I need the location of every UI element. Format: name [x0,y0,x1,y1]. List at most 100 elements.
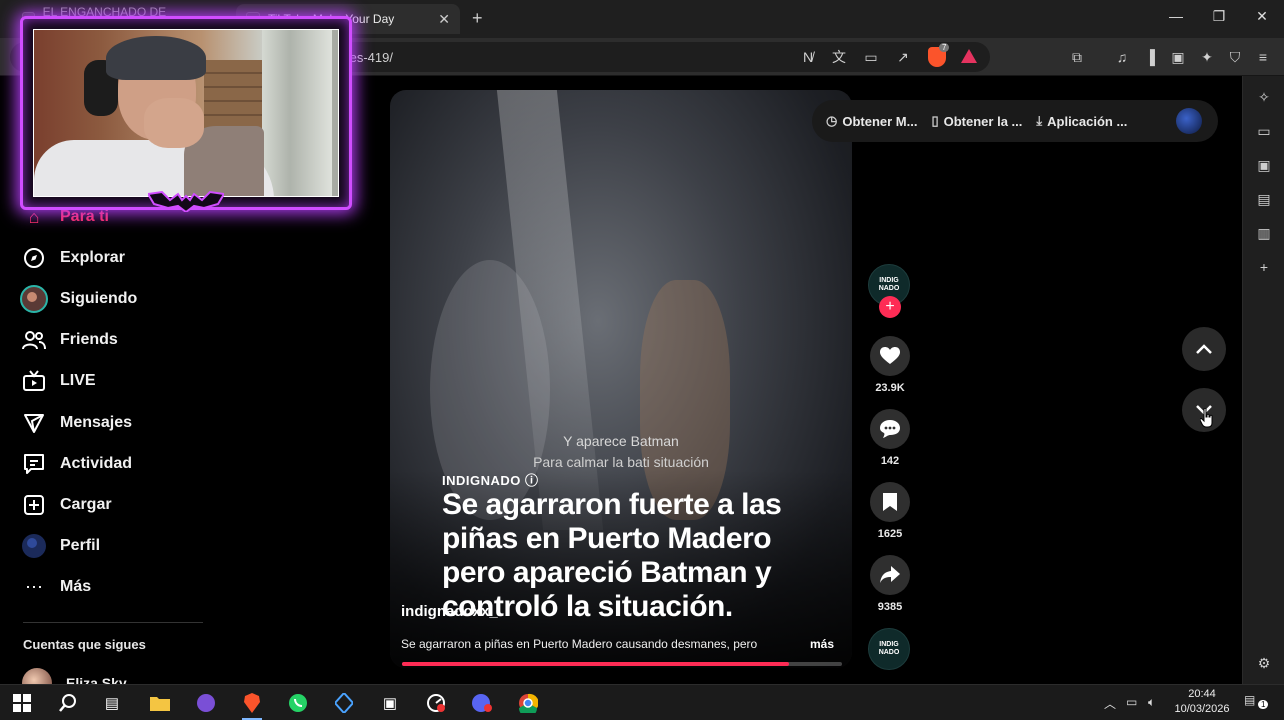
video-subtitle: Y aparece Batman [563,433,679,449]
sidebar-item-label: LIVE [60,372,96,389]
brave-browser-icon[interactable] [240,692,264,720]
new-tab-button[interactable]: + [472,8,483,29]
heart-icon[interactable] [870,336,910,376]
sidebar-item-label: Más [60,578,92,595]
sidebar-item-cargar[interactable]: Cargar [20,491,112,519]
video-progress-fill [402,662,790,666]
obs-like-icon[interactable]: ▣ [378,692,402,714]
whatsapp-icon[interactable] [286,692,310,714]
windows-start-icon[interactable] [10,692,34,714]
file-explorer-icon[interactable] [148,692,172,714]
reading-list-icon[interactable]: ▥ [1255,224,1273,242]
close-tab-icon[interactable]: ✕ [438,11,450,28]
speedometer-icon[interactable] [424,692,448,714]
leo-sidebar-icon[interactable]: ✧ [1255,88,1273,106]
send-icon [20,409,48,437]
share-count: 9385 [877,601,903,613]
live-tv-icon [20,367,48,395]
sidebar-item-friends[interactable]: Friends [20,326,118,354]
like-action[interactable]: 23.9K [868,336,912,394]
tv-icon[interactable]: ▭ [1255,122,1273,140]
video-author-link[interactable]: indignadoxx_ [401,603,498,620]
sidebar-item-perfil[interactable]: Perfil [20,532,100,560]
share-arrow-icon[interactable] [870,555,910,595]
follow-plus-button[interactable]: + [879,296,901,318]
video-progress-bar[interactable] [402,662,842,666]
sidebar-item-live[interactable]: LIVE [20,367,96,395]
comment-icon[interactable] [870,409,910,449]
music-disc-button[interactable]: INDIG NADO [868,628,912,670]
webcam-feed-image [33,29,339,197]
video-description: Se agarraron a piñas en Puerto Madero ca… [401,637,758,651]
get-app-bar: ◷ Obtener M... ▯ Obtener la ... ⤓ Aplica… [812,100,1218,142]
clock-date: 10/03/2026 [1174,703,1230,715]
leo-ai-icon[interactable]: ✦ [1197,47,1217,67]
close-window-button[interactable]: ✕ [1252,8,1272,25]
download-icon: ⤓ [1036,113,1043,128]
notification-center-icon[interactable]: ▤ [1244,693,1255,707]
search-icon[interactable] [56,692,80,714]
get-app-label: Aplicación ... [1047,113,1128,129]
webcam-overlay [20,16,352,210]
sidebar-item-label: Cargar [60,496,112,513]
save-count: 1625 [877,528,903,540]
vpn-icon[interactable]: ⛉ [1225,47,1245,67]
menu-icon[interactable]: ≡ [1253,47,1273,67]
download-app-button[interactable]: ⤓ Aplicación ... [1036,113,1127,129]
task-view-icon[interactable]: ▤ [100,692,124,714]
browser-side-panel: ✧ ▭ ▣ ▤ ▥ + ⚙ [1242,76,1284,684]
divider [23,622,203,623]
discord-icon[interactable] [470,692,494,714]
more-dots-icon: ⋯ [25,576,43,597]
share-action[interactable]: 9385 [868,555,912,613]
show-hidden-icons-icon[interactable]: ︿ [1104,695,1116,712]
brave-rewards-icon[interactable] [961,49,977,63]
get-mobile-app-button[interactable]: ▯ Obtener la ... [931,113,1022,129]
friends-icon [20,326,48,354]
tab-search-icon[interactable]: ⧉ [1067,47,1087,67]
save-action[interactable]: 1625 [868,482,912,540]
sidebar-item-explorar[interactable]: Explorar [20,244,125,272]
add-panel-icon[interactable]: + [1255,258,1273,276]
get-desktop-app-button[interactable]: ◷ Obtener M... [826,113,917,129]
sidebar-item-mas[interactable]: ⋯ Más [20,573,91,601]
more-link[interactable]: más [810,637,834,651]
video-headline: Se agarraron fuerte a las piñas en Puert… [442,488,782,623]
settings-gear-icon[interactable]: ⚙ [1255,654,1273,672]
chrome-icon[interactable] [516,692,540,714]
comment-action[interactable]: 142 [868,409,912,467]
volume-icon[interactable]: 🔈︎ [1148,695,1155,710]
app-diamond-icon[interactable] [332,692,356,714]
url-text: /es-419/ [346,50,393,65]
share-icon[interactable]: ↗ [893,47,913,67]
user-avatar[interactable] [1176,108,1202,134]
upload-icon [20,491,48,519]
sidebar-item-label: Para ti [60,208,109,225]
maximize-button[interactable]: ❐ [1209,8,1229,25]
network-icon[interactable]: ▭ [1126,695,1137,709]
chat-app-icon[interactable] [194,692,218,714]
video-player[interactable]: Y aparece Batman Para calmar la bati sit… [390,90,852,668]
no-ai-icon[interactable]: N̸ [798,47,818,67]
video-subtitle: Para calmar la bati situación [533,454,709,470]
sidebar-item-mensajes[interactable]: Mensajes [20,409,132,437]
media-icon[interactable]: ♫ [1112,47,1132,67]
minimize-button[interactable]: — [1166,8,1186,24]
sidebar-item-actividad[interactable]: Actividad [20,450,132,478]
creator-avatar-button[interactable]: INDIG NADO + [868,264,912,318]
cast-icon[interactable]: ▭ [861,47,881,67]
translate-icon[interactable]: 文 [829,47,849,67]
sidebar-item-label: Mensajes [60,414,133,431]
previous-video-button[interactable] [1182,327,1226,371]
video-brand-label: INDIGNADO ⓘ [442,473,539,488]
sidebar-toggle-icon[interactable]: ▐ [1140,47,1160,67]
system-clock[interactable]: 20:44 10/03/2026 [1172,687,1232,717]
bookmark-icon[interactable] [870,482,910,522]
wallet-icon[interactable]: ▣ [1168,47,1188,67]
sidebar-item-siguiendo[interactable]: Siguiendo [20,285,137,313]
following-avatar-icon [20,285,48,313]
bookmarks-icon[interactable]: ▤ [1255,190,1273,208]
clock-icon: ◷ [826,113,838,128]
comment-count: 142 [880,455,900,467]
wallet-sidebar-icon[interactable]: ▣ [1255,156,1273,174]
